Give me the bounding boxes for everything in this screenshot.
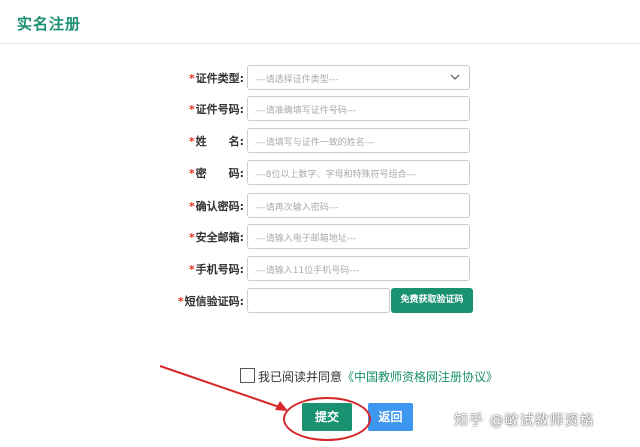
id-number-label: *证件号码: — [188, 103, 244, 116]
form-row-id-type: *证件类型: ---请选择证件类型--- — [150, 65, 480, 91]
agreement-checkbox[interactable] — [240, 368, 255, 383]
name-label: *姓 名: — [188, 135, 244, 148]
sms-code-input[interactable] — [247, 288, 390, 313]
chevron-down-icon — [450, 74, 460, 80]
email-input[interactable]: ---请输入电子邮箱地址--- — [247, 224, 470, 249]
form-row-sms-code: *短信验证码: 免费获取验证码 — [150, 288, 480, 314]
annotation-circle — [283, 397, 371, 441]
sms-code-label: *短信验证码: — [177, 295, 244, 308]
form-row-email: *安全邮箱: ---请输入电子邮箱地址--- — [150, 224, 480, 250]
form-row-id-number: *证件号码: ---请准确填写证件号码--- — [150, 96, 480, 122]
form-row-password: *密 码: ---8位以上数字、字母和特殊符号组合--- — [150, 160, 480, 186]
confirm-password-input[interactable]: ---请再次输入密码--- — [247, 193, 470, 218]
id-type-label: *证件类型: — [188, 72, 244, 85]
email-label: *安全邮箱: — [188, 231, 244, 244]
id-type-select[interactable]: ---请选择证件类型--- — [247, 65, 470, 90]
agreement-link[interactable]: 《中国教师资格网注册协议》 — [342, 370, 498, 384]
phone-input[interactable]: ---请输入11位手机号码--- — [247, 256, 470, 281]
name-input[interactable]: ---请填写与证件一致的姓名--- — [247, 128, 470, 153]
form-row-name: *姓 名: ---请填写与证件一致的姓名--- — [150, 128, 480, 154]
page-title: 实名注册 — [17, 15, 82, 33]
password-label: *密 码: — [188, 167, 244, 180]
phone-label: *手机号码: — [188, 263, 244, 276]
form-row-confirm-password: *确认密码: ---请再次输入密码--- — [150, 193, 480, 219]
watermark: 知乎 @敏试教师资格 — [454, 413, 595, 429]
back-button[interactable]: 返回 — [368, 403, 413, 431]
confirm-password-label: *确认密码: — [188, 200, 244, 213]
page-header: 实名注册 — [0, 0, 640, 44]
id-type-placeholder: ---请选择证件类型--- — [256, 75, 339, 85]
get-sms-code-button[interactable]: 免费获取验证码 — [391, 288, 473, 313]
password-input[interactable]: ---8位以上数字、字母和特殊符号组合--- — [247, 160, 470, 185]
agreement-text: 我已阅读并同意 — [258, 370, 343, 384]
id-number-input[interactable]: ---请准确填写证件号码--- — [247, 96, 470, 121]
form-row-phone: *手机号码: ---请输入11位手机号码--- — [150, 256, 480, 282]
required-mark: * — [188, 72, 195, 85]
